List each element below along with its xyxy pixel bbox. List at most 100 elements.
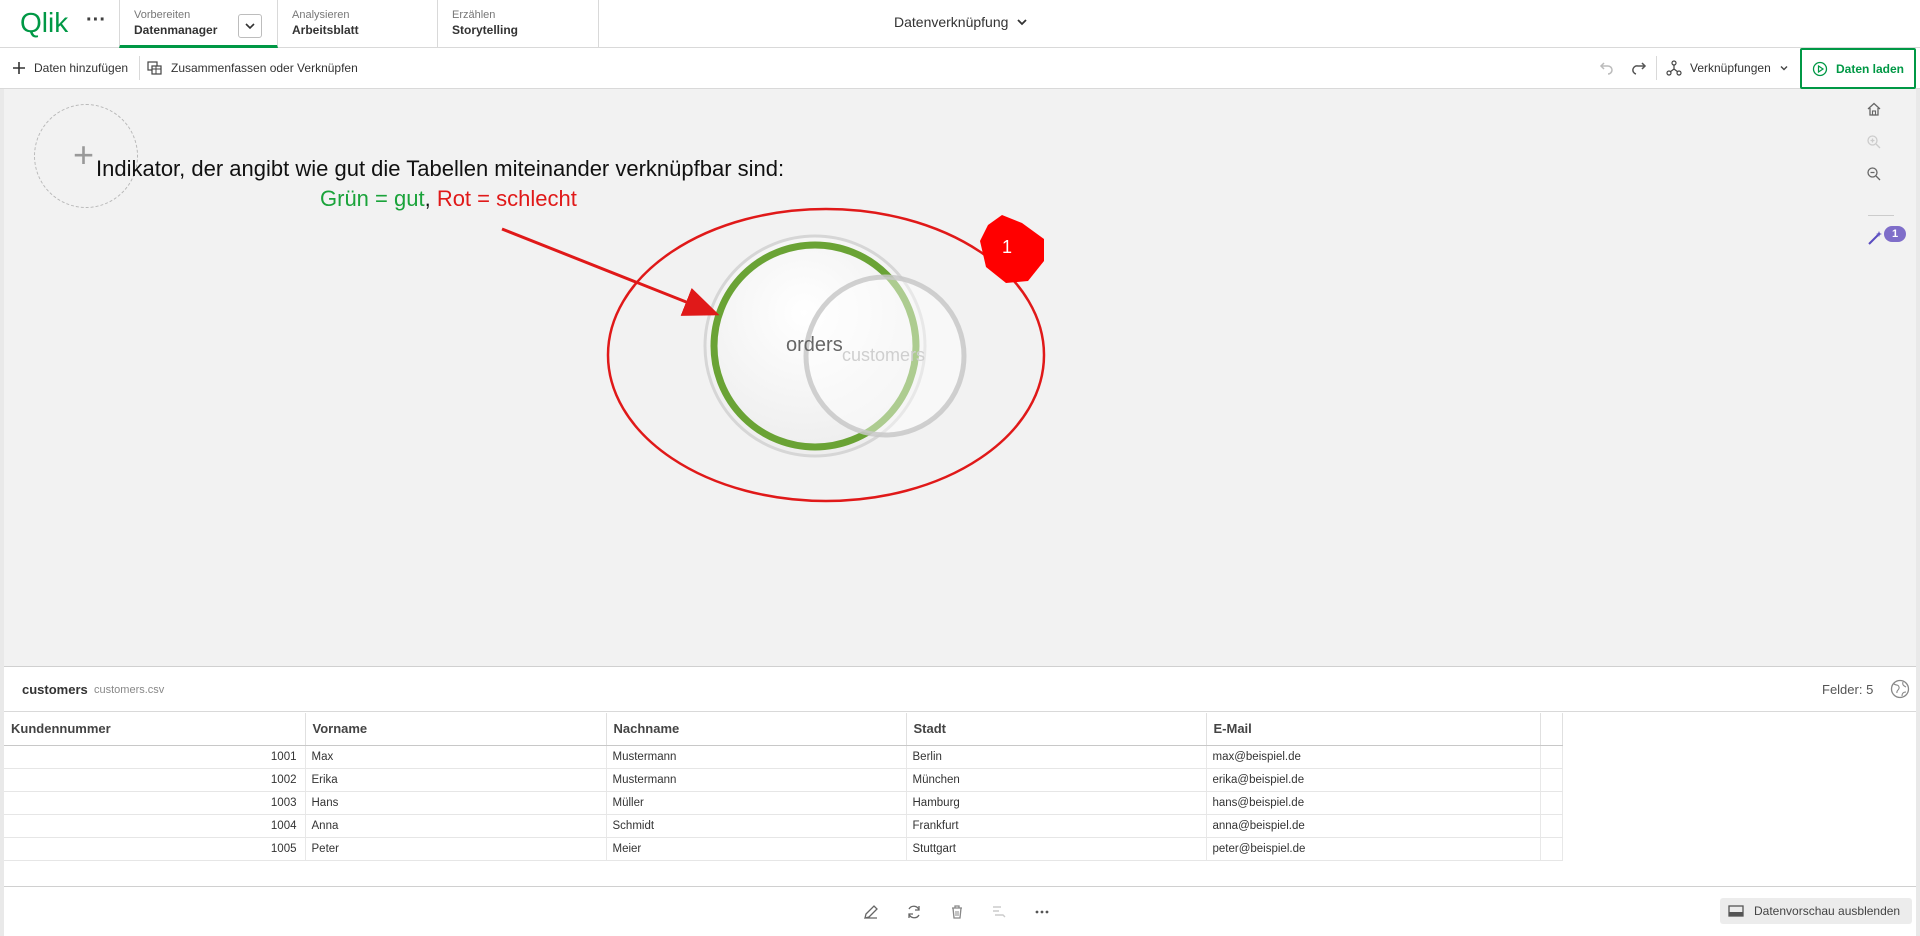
tab-narrate-sub: Erzählen	[452, 9, 496, 21]
orders-table-label[interactable]: orders	[786, 334, 843, 357]
add-data-button[interactable]: Daten hinzufügen	[12, 48, 128, 88]
table-cell: 1001	[4, 745, 306, 769]
hide-preview-button[interactable]: Datenvorschau ausblenden	[1720, 898, 1912, 924]
more-options-icon[interactable]	[1031, 901, 1053, 923]
preview-table-name: customers	[22, 682, 88, 697]
table-cell: 1003	[4, 791, 306, 815]
redo-button[interactable]	[1632, 48, 1648, 88]
zoom-out-icon[interactable]	[1866, 166, 1894, 194]
more-menu-button[interactable]: ···	[84, 10, 108, 36]
plus-icon: +	[73, 134, 95, 175]
view-title: Datenverknüpfung	[894, 14, 1009, 30]
table-row: 1004 Anna Schmidt Frankfurt anna@beispie…	[4, 814, 1563, 838]
preview-panel-icon	[1728, 905, 1744, 917]
annotation-good: Grün = gut	[320, 186, 425, 211]
table-cell: Müller	[606, 791, 907, 815]
table-cell: max@beispiel.de	[1206, 745, 1541, 769]
load-data-button[interactable]: Daten laden	[1800, 48, 1916, 89]
table-cell: 1002	[4, 768, 306, 792]
recommendations-badge: 1	[1884, 226, 1906, 242]
column-header[interactable]: E-Mail	[1206, 713, 1541, 746]
annotation-bad: Rot = schlecht	[436, 186, 577, 211]
table-cell: Mustermann	[606, 768, 907, 792]
preview-file-name: customers.csv	[94, 684, 165, 696]
table-cell: Hans	[305, 791, 607, 815]
table-cell: Stuttgart	[906, 837, 1207, 861]
hide-preview-label: Datenvorschau ausblenden	[1754, 904, 1901, 918]
fields-count: Felder: 5	[1822, 682, 1874, 697]
undo-icon	[1599, 62, 1613, 75]
table-cell: Schmidt	[606, 814, 907, 838]
customers-table-label[interactable]: customers	[842, 345, 925, 366]
table-cell: anna@beispiel.de	[1206, 814, 1541, 838]
edit-pencil-icon[interactable]	[860, 901, 882, 923]
table-cell: Erika	[305, 768, 607, 792]
preview-header: customers customers.csv Felder: 5	[4, 667, 1916, 712]
data-preview-panel: customers customers.csv Felder: 5 Kunden…	[4, 666, 1916, 890]
table-cell: Peter	[305, 837, 607, 861]
view-selector[interactable]: Datenverknüpfung	[894, 14, 1028, 30]
column-header[interactable]: Vorname	[305, 713, 607, 746]
merge-label: Zusammenfassen oder Verknüpfen	[171, 61, 358, 75]
tab-analyze-sub: Analysieren	[292, 9, 350, 21]
refresh-icon[interactable]	[903, 901, 925, 923]
table-row: 1003 Hans Müller Hamburg hans@beispiel.d…	[4, 791, 1563, 815]
tab-narrate-main: Storytelling	[452, 23, 519, 37]
merge-button[interactable]: Zusammenfassen oder Verknüpfen	[147, 48, 358, 88]
chevron-down-icon	[1780, 66, 1788, 71]
undo-button[interactable]	[1598, 48, 1614, 88]
table-cell: Meier	[606, 837, 907, 861]
play-circle-icon	[1812, 61, 1828, 76]
chevron-down-icon	[245, 23, 255, 30]
table-cell-filler	[1540, 791, 1563, 815]
column-header[interactable]: Stadt	[906, 713, 1207, 746]
annotation-legend: Grün = gut, Rot = schlecht	[320, 186, 577, 212]
step-marker-number: 1	[1002, 237, 1013, 257]
preview-bottom-border	[4, 886, 1916, 887]
prepare-dropdown-button[interactable]	[238, 14, 262, 38]
table-cell-filler	[1540, 837, 1563, 861]
side-tools-divider	[1868, 215, 1894, 216]
association-canvas[interactable]: + Indikator, der angibt wie gut die Tabe…	[4, 89, 1916, 666]
home-icon[interactable]	[1866, 101, 1894, 129]
table-header-row: Kundennummer Vorname Nachname Stadt E-Ma…	[4, 713, 1563, 746]
annotation-arrow	[501, 227, 720, 316]
table-row: 1001 Max Mustermann Berlin max@beispiel.…	[4, 745, 1563, 769]
table-cell: Frankfurt	[906, 814, 1207, 838]
associations-icon	[1666, 60, 1682, 76]
globe-icon[interactable]	[1889, 678, 1911, 700]
merge-tables-icon	[147, 61, 162, 75]
annotation-title: Indikator, der angibt wie gut die Tabell…	[96, 156, 785, 181]
table-cell: Mustermann	[606, 745, 907, 769]
table-cell: erika@beispiel.de	[1206, 768, 1541, 792]
table-cell-filler	[1540, 745, 1563, 769]
toolbar-divider	[139, 56, 140, 80]
table-cell-filler	[1540, 768, 1563, 792]
frame-border	[1916, 89, 1920, 936]
table-cell: Berlin	[906, 745, 1207, 769]
column-header[interactable]: Kundennummer	[4, 713, 306, 746]
table-cell-filler	[1540, 814, 1563, 838]
split-table-icon[interactable]	[988, 901, 1010, 923]
qlik-logo[interactable]: Qlik	[20, 9, 74, 37]
toolbar: Daten hinzufügen Zusammenfassen oder Ver…	[0, 48, 1920, 89]
table-cell: 1005	[4, 837, 306, 861]
tab-analyze[interactable]: Analysieren Arbeitsblatt	[278, 0, 438, 48]
plus-icon	[13, 62, 25, 74]
column-header[interactable]: Nachname	[606, 713, 907, 746]
delete-trash-icon[interactable]	[946, 901, 968, 923]
table-row: 1005 Peter Meier Stuttgart peter@beispie…	[4, 837, 1563, 861]
chevron-down-icon	[1017, 19, 1028, 26]
annotation-separator: ,	[424, 186, 437, 211]
table-cell: peter@beispiel.de	[1206, 837, 1541, 861]
zoom-in-icon[interactable]	[1866, 134, 1894, 162]
associations-dropdown[interactable]: Verknüpfungen	[1666, 48, 1789, 88]
table-cell: München	[906, 768, 1207, 792]
column-header-filler	[1540, 713, 1563, 746]
add-data-label: Daten hinzufügen	[34, 61, 129, 75]
tab-narrate[interactable]: Erzählen Storytelling	[438, 0, 599, 48]
bottom-action-bar: Datenvorschau ausblenden	[4, 890, 1916, 932]
tab-analyze-main: Arbeitsblatt	[292, 23, 359, 37]
table-row: 1002 Erika Mustermann München erika@beis…	[4, 768, 1563, 792]
table-cell: Hamburg	[906, 791, 1207, 815]
